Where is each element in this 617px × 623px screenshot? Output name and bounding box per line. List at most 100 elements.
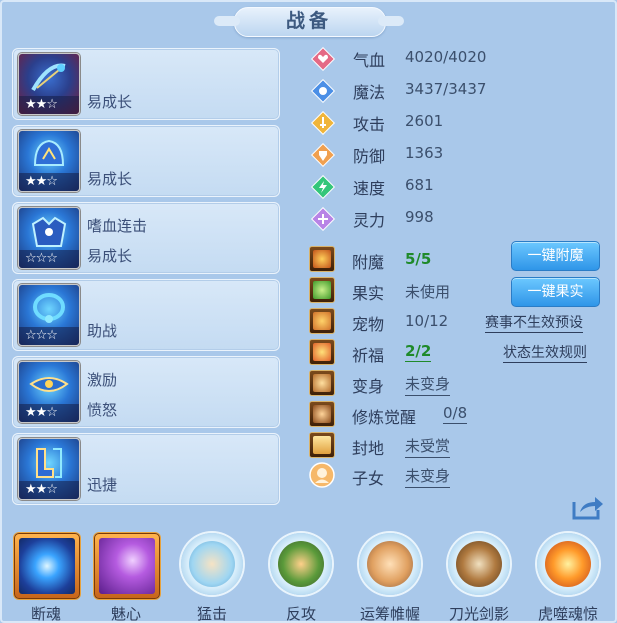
skill-counter[interactable]: 反攻 [267, 533, 335, 623]
star-rating: ★★☆ [19, 173, 79, 191]
transform-label: 变身 [352, 377, 385, 396]
star-rating: ☆☆☆ [19, 250, 79, 268]
equipment-trait: 易成长 [87, 247, 133, 265]
equipment-slot-1[interactable]: ★★☆ 易成长 [12, 48, 280, 120]
enchant-icon [309, 246, 335, 272]
soul-orb-icon [19, 538, 75, 594]
fruit-icon [309, 277, 335, 303]
skill-frame [448, 533, 510, 595]
skill-strategize[interactable]: 运筹帷幄 [356, 533, 424, 623]
skill-frame [94, 533, 160, 599]
equipment-icon: ☆☆☆ [18, 284, 80, 346]
equipment-icon: ☆☆☆ [18, 207, 80, 269]
cultivation-icon [309, 401, 335, 427]
skill-frame [359, 533, 421, 595]
equipment-icon: ★★☆ [18, 53, 80, 115]
skill-name: 断魂 [30, 605, 61, 623]
fief-icon [309, 432, 335, 458]
star-rating: ★★☆ [19, 404, 79, 422]
skill-name: 虎噬魂惊 [537, 605, 598, 623]
equipment-trait: 易成长 [87, 170, 133, 188]
equipment-icon: ★★☆ [18, 130, 80, 192]
share-icon[interactable] [571, 494, 605, 520]
spirit-icon [311, 207, 335, 231]
transform-value[interactable]: 未变身 [405, 373, 451, 396]
blessing-label: 祈福 [352, 346, 385, 365]
cultivation-value[interactable]: 0/8 [443, 404, 468, 424]
bow-icon [31, 63, 66, 91]
equipment-slot-4[interactable]: ☆☆☆ 助战 [12, 279, 280, 351]
equipment-skill: 激励 [87, 371, 118, 389]
charm-hand-icon [99, 538, 155, 594]
skill-blade-light[interactable]: 刀光剑影 [445, 533, 513, 623]
fist-icon [189, 541, 235, 587]
blessing-icon [309, 339, 335, 365]
skill-frame [14, 533, 80, 599]
skill-name: 反攻 [285, 605, 316, 623]
star-rating: ★★☆ [19, 96, 79, 114]
fire-tiger-icon [545, 541, 591, 587]
skill-tiger-devour[interactable]: 虎噬魂惊 [534, 533, 602, 623]
pet-value: 10/12 [405, 312, 449, 330]
equipment-trait: 易成长 [87, 93, 133, 111]
equipment-slot-2[interactable]: ★★☆ 易成长 [12, 125, 280, 197]
sword-icon [311, 111, 335, 135]
boots-icon [36, 448, 62, 478]
skill-heavy-strike[interactable]: 猛击 [178, 533, 246, 623]
skill-soul-break[interactable]: 断魂 [12, 533, 80, 623]
blade-icon [456, 541, 502, 587]
skill-name: 刀光剑影 [448, 605, 509, 623]
skill-charm[interactable]: 魅心 [92, 533, 160, 623]
stat-label: 气血 [353, 51, 386, 70]
page-title: 战备 [285, 10, 332, 32]
fief-value[interactable]: 未受赏 [405, 435, 451, 458]
one-click-enchant-button[interactable]: 一键附魔 [511, 241, 600, 271]
child-icon [309, 462, 335, 488]
children-label: 子女 [352, 469, 385, 488]
equipment-slot-3[interactable]: ☆☆☆ 嗜血连击 易成长 [12, 202, 280, 274]
stat-label: 攻击 [353, 115, 386, 134]
mana-icon [311, 79, 335, 103]
equipment-skill: 嗜血连击 [87, 217, 148, 235]
equipment-trait: 愤怒 [87, 401, 118, 419]
battle-prep-panel: 战备 ★★☆ 易成长 ★★☆ 易成长 ☆☆☆ 嗜血连击 易成长 ☆☆☆ 助战 ★… [0, 0, 617, 623]
pet-label: 宠物 [352, 315, 385, 334]
star-rating: ★★☆ [19, 481, 79, 499]
blessing-value[interactable]: 2/2 [405, 342, 432, 362]
stat-label: 魔法 [353, 83, 386, 102]
skill-frame [537, 533, 599, 595]
event-preset-link[interactable]: 赛事不生效预设 [485, 312, 583, 333]
stat-value: 998 [405, 208, 434, 226]
belt-icon [29, 377, 69, 392]
children-value[interactable]: 未变身 [405, 465, 451, 488]
stat-value: 3437/3437 [405, 80, 487, 98]
armor-icon [31, 216, 67, 247]
equipment-trait: 助战 [87, 322, 118, 340]
stat-label: 防御 [353, 147, 386, 166]
heart-icon [311, 47, 335, 71]
status-rules-link[interactable]: 状态生效规则 [503, 342, 587, 363]
counter-blade-icon [278, 541, 324, 587]
shield-icon [311, 143, 335, 167]
pet-icon [309, 308, 335, 334]
stat-value: 4020/4020 [405, 48, 487, 66]
raised-fist-icon [367, 541, 413, 587]
stat-label: 灵力 [353, 211, 386, 230]
stat-value: 1363 [405, 144, 444, 162]
fruit-value: 未使用 [405, 283, 451, 301]
stat-value: 681 [405, 176, 434, 194]
necklace-icon [33, 293, 65, 323]
fruit-label: 果实 [352, 284, 385, 303]
lightning-icon [311, 175, 335, 199]
skill-frame [181, 533, 243, 595]
skill-name: 猛击 [196, 605, 227, 623]
one-click-fruit-button[interactable]: 一键果实 [511, 277, 600, 307]
stat-label: 速度 [353, 179, 386, 198]
equipment-icon: ★★☆ [18, 361, 80, 423]
equipment-trait: 迅捷 [87, 476, 118, 494]
title-banner: 战备 [214, 4, 404, 38]
skill-name: 运筹帷幄 [359, 605, 420, 623]
equipment-slot-5[interactable]: ★★☆ 激励 愤怒 [12, 356, 280, 428]
equipment-slot-6[interactable]: ★★☆ 迅捷 [12, 433, 280, 505]
transform-icon [309, 370, 335, 396]
